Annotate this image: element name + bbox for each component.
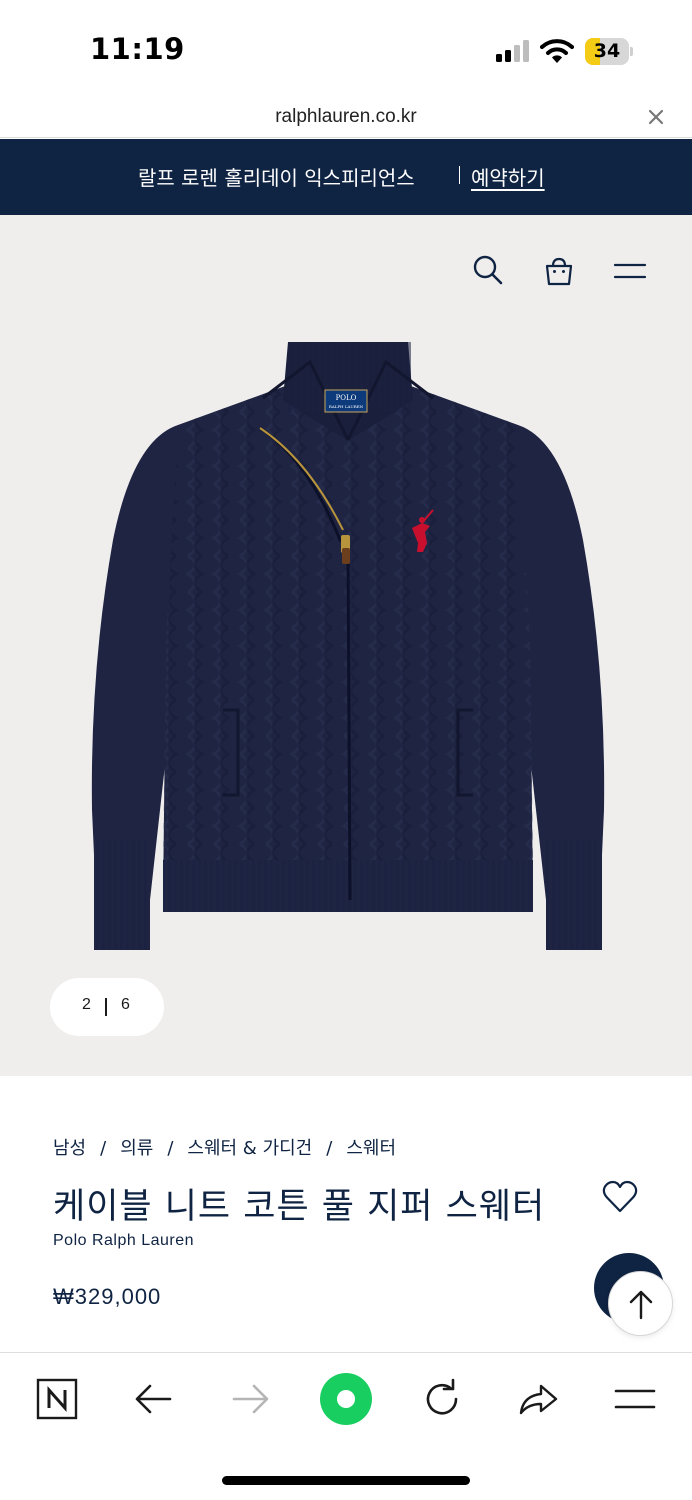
battery-level: 34 (593, 40, 621, 62)
share-icon[interactable] (516, 1377, 560, 1421)
product-image-sweater[interactable]: POLO RALPH LAUREN (78, 340, 618, 955)
heart-icon[interactable] (602, 1180, 638, 1214)
naver-icon[interactable] (35, 1377, 79, 1421)
promo-text: 랄프 로렌 홀리데이 익스피리언스 (138, 166, 415, 190)
wifi-icon (540, 39, 574, 63)
pager-total: 6 (121, 996, 130, 1013)
close-icon[interactable] (645, 106, 667, 128)
status-bar: 11:19 34 (0, 0, 692, 100)
shopping-bag-icon[interactable] (542, 255, 576, 289)
breadcrumb-item-sweaters-cardigans[interactable]: 스웨터 & 가디건 (187, 1138, 312, 1159)
green-dot-icon[interactable] (318, 1371, 374, 1427)
refresh-icon[interactable] (420, 1377, 464, 1421)
scroll-to-top-button[interactable] (608, 1271, 673, 1336)
cellular-signal-icon (496, 40, 529, 62)
browser-url-bar[interactable]: ralphlauren.co.kr (0, 100, 692, 138)
label-bottom: RALPH LAUREN (329, 404, 364, 409)
search-icon[interactable] (471, 253, 505, 287)
pager-current: 2 (82, 996, 91, 1013)
url-text[interactable]: ralphlauren.co.kr (0, 106, 692, 128)
promo-banner: 랄프 로렌 홀리데이 익스피리언스 예약하기 (0, 139, 692, 215)
menu-icon[interactable] (613, 1377, 657, 1421)
product-price: ₩329,000 (53, 1284, 162, 1309)
breadcrumb-separator: / (100, 1138, 107, 1159)
product-info: 남성 / 의류 / 스웨터 & 가디건 / 스웨터 케이블 니트 코튼 풀 지퍼 스웨터 P… (0, 1076, 692, 1351)
brand-name: Polo Ralph Lauren (53, 1232, 195, 1249)
arrow-up-icon (629, 1290, 653, 1320)
breadcrumb-separator: / (167, 1138, 174, 1159)
breadcrumb-separator: / (326, 1138, 333, 1159)
status-time: 11:19 (90, 32, 185, 66)
breadcrumb: 남성 / 의류 / 스웨터 & 가디건 / 스웨터 (53, 1134, 396, 1160)
battery-icon: 34 (585, 38, 633, 65)
pager-divider (105, 998, 107, 1016)
breadcrumb-item-men[interactable]: 남성 (53, 1138, 86, 1159)
forward-arrow-icon[interactable] (228, 1377, 272, 1421)
back-arrow-icon[interactable] (132, 1377, 176, 1421)
product-title: 케이블 니트 코튼 풀 지퍼 스웨터 (53, 1187, 546, 1227)
image-pager: 2 6 (50, 978, 164, 1036)
product-gallery[interactable]: POLO RALPH LAUREN 2 6 (0, 215, 692, 1076)
breadcrumb-item-clothing[interactable]: 의류 (120, 1138, 153, 1159)
breadcrumb-item-sweaters[interactable]: 스웨터 (346, 1138, 396, 1159)
label-top: POLO (336, 394, 357, 402)
reserve-link[interactable]: 예약하기 (471, 162, 545, 191)
browser-toolbar (0, 1352, 692, 1500)
home-indicator (222, 1476, 470, 1485)
menu-icon[interactable] (613, 255, 647, 289)
promo-divider (459, 166, 460, 184)
